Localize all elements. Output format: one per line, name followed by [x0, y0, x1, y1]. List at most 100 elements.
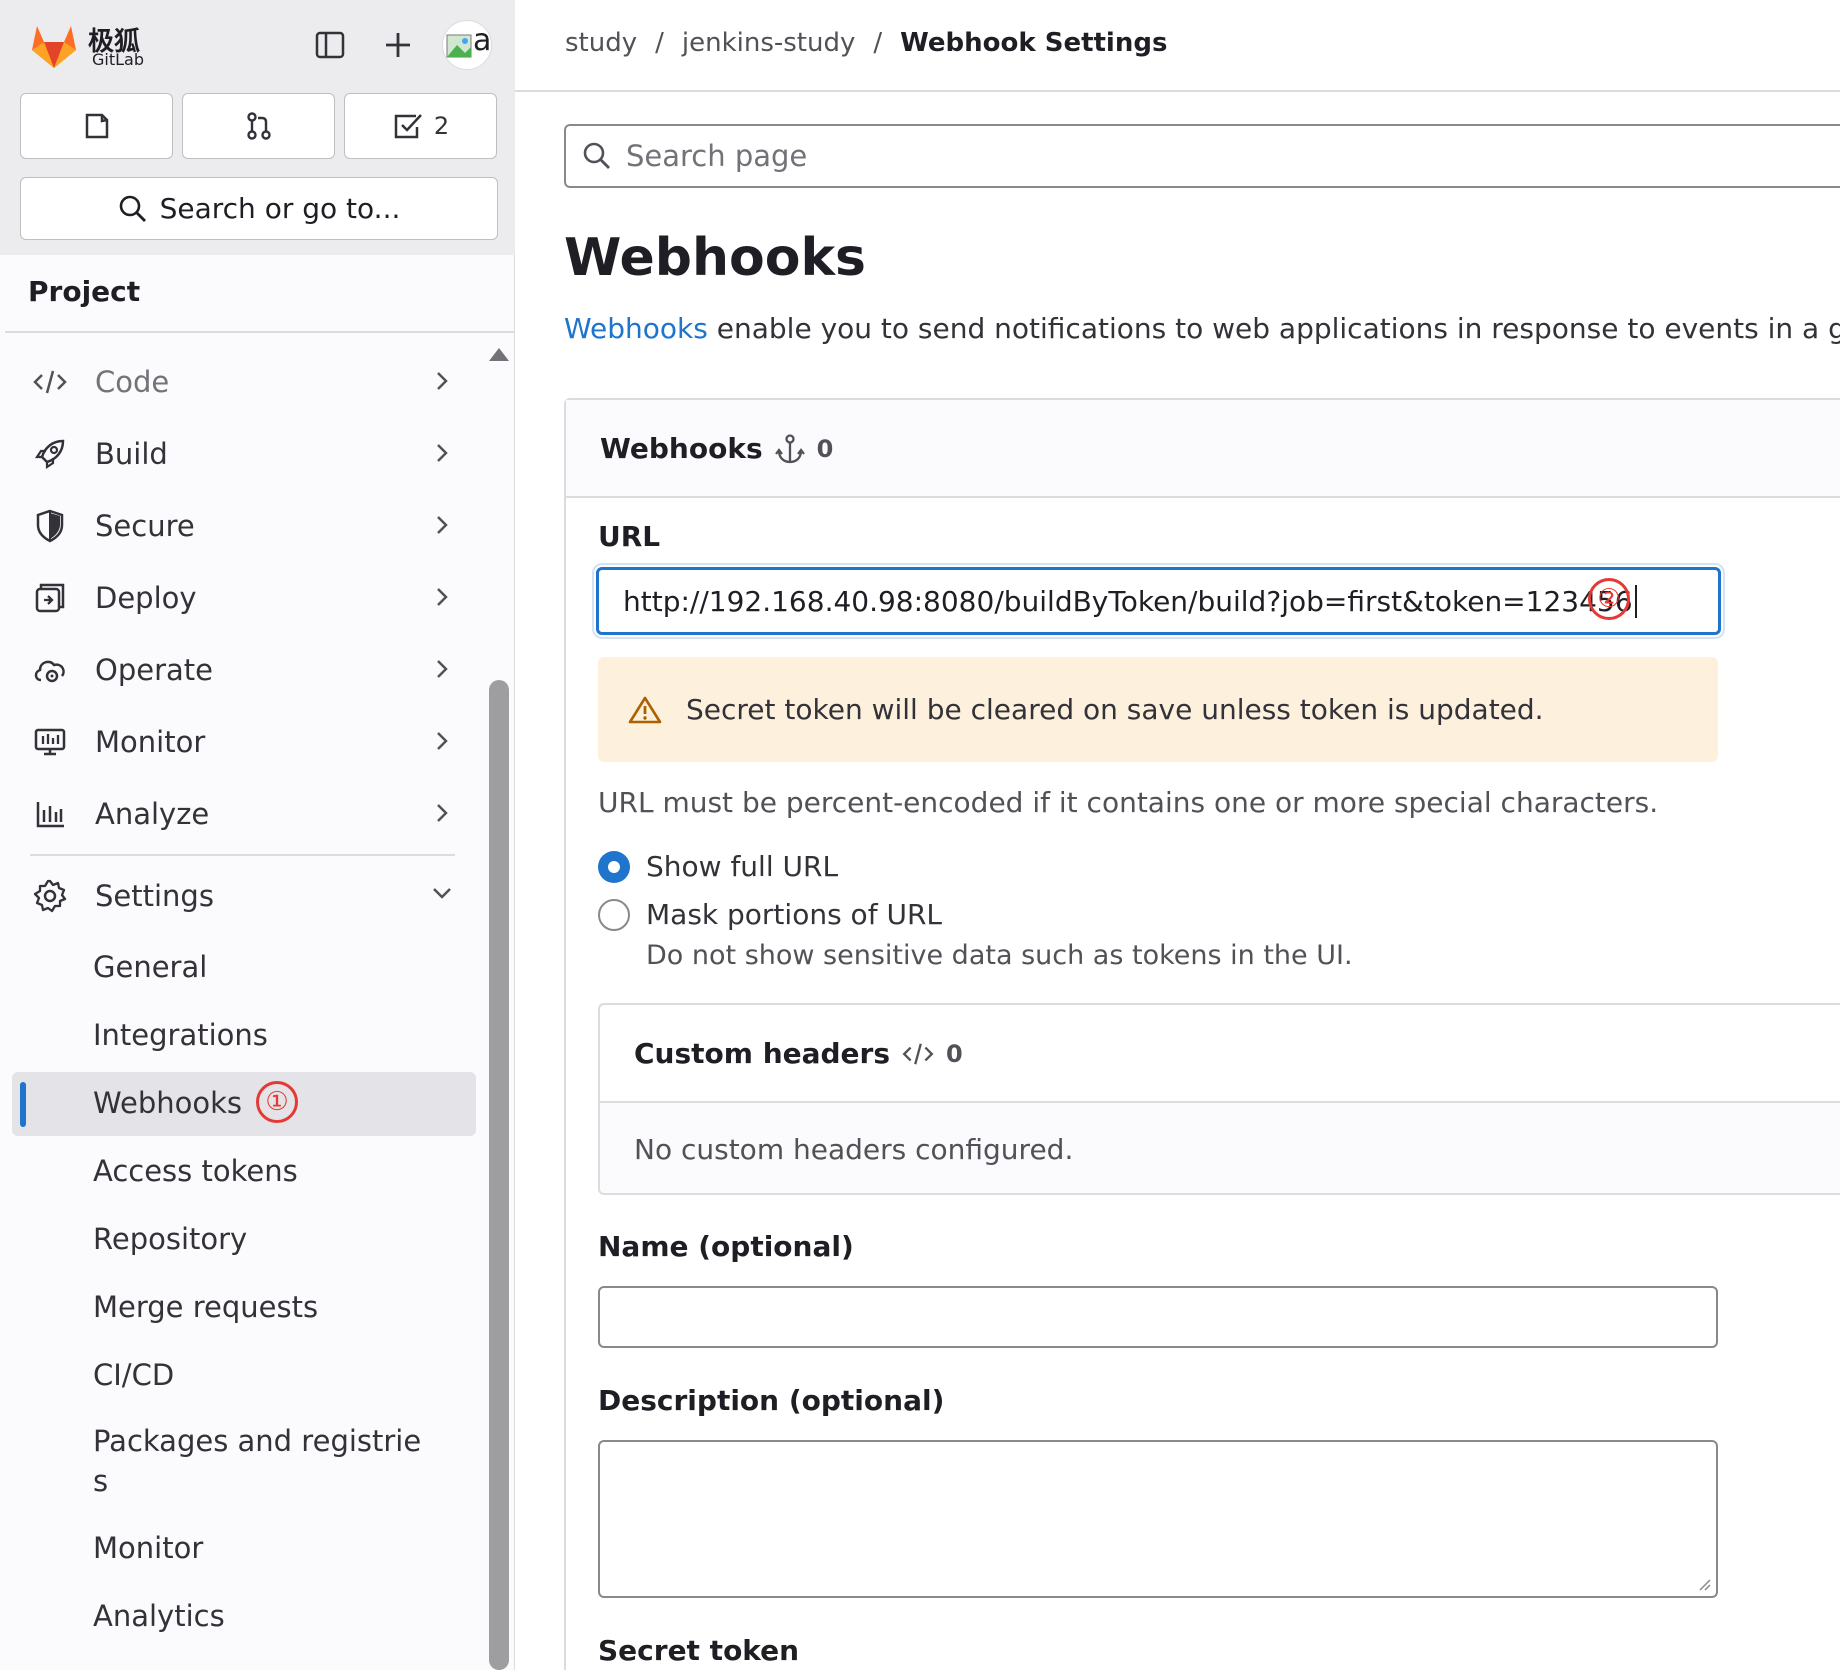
url-input[interactable]: http://192.168.40.98:8080/buildByToken/b… [596, 567, 1721, 635]
gitlab-fox-icon [32, 26, 76, 68]
page-description-text: enable you to send notifications to web … [707, 312, 1840, 345]
sidebar-item-label: Secure [95, 509, 195, 543]
shield-icon [28, 504, 72, 548]
breadcrumb-current[interactable]: Webhook Settings [900, 28, 1167, 58]
sidebar-subitem-integrations[interactable]: Integrations [93, 1018, 268, 1052]
custom-headers-card: Custom headers 0 No custom headers confi… [598, 1003, 1840, 1195]
chevron-right-icon [437, 516, 448, 534]
global-search-label: Search or go to... [159, 192, 401, 225]
sidebar-item-operate[interactable]: Operate [25, 639, 465, 701]
chevron-right-icon [437, 444, 448, 462]
search-icon [583, 142, 610, 169]
sidebar-subitem-analytics[interactable]: Analytics [93, 1599, 225, 1633]
radio-button-checked[interactable] [598, 850, 630, 883]
brand-logo[interactable]: 极狐 GitLab [28, 18, 148, 72]
sidebar-item-label: Monitor [95, 725, 206, 759]
header-divider [515, 90, 1840, 92]
brand-name-en: GitLab [92, 50, 144, 69]
warning-alert-text: Secret token will be cleared on save unl… [686, 693, 1544, 726]
sidebar-subitem-label: Packages and registrie [93, 1424, 422, 1458]
left-sidebar: 极狐 GitLab a 2 Search or go to... Project… [0, 0, 515, 1670]
sidebar-item-label: Code [95, 365, 170, 399]
anchor-icon [774, 433, 805, 463]
active-indicator-bar [20, 1082, 26, 1127]
radio-show-full-url[interactable]: Show full URL [598, 850, 838, 883]
sidebar-subitem-label-wrap: s [93, 1464, 109, 1498]
sidebar-subitem-general[interactable]: General [93, 950, 207, 984]
sidebar-subitem-monitor[interactable]: Monitor [93, 1531, 203, 1565]
sidebar-subitem-cicd[interactable]: CI/CD [93, 1358, 174, 1392]
page-search-placeholder: Search page [626, 139, 808, 173]
sidebar-item-code[interactable]: Code [25, 351, 465, 413]
sidebar-item-label: Settings [95, 879, 214, 913]
code-icon [28, 360, 72, 404]
avatar-letter: a [473, 23, 492, 58]
cloud-gear-icon [28, 648, 72, 692]
todo-count: 2 [433, 112, 450, 140]
sidebar-item-label: Operate [95, 653, 213, 687]
user-avatar[interactable]: a [442, 20, 492, 70]
sidebar-scrollbar[interactable] [489, 680, 509, 1670]
plus-icon [386, 33, 410, 57]
scroll-up-arrow-icon[interactable] [489, 348, 509, 361]
secret-token-label: Secret token [598, 1634, 800, 1667]
breadcrumb-separator: / [655, 28, 664, 58]
custom-headers-title: Custom headers 0 [634, 1037, 963, 1070]
todos-button[interactable]: 2 [344, 93, 497, 159]
toggle-sidebar-button[interactable] [304, 20, 356, 70]
sidebar-subitem-merge-requests[interactable]: Merge requests [93, 1290, 318, 1324]
annotation-marker-1: ① [256, 1081, 298, 1123]
webhooks-docs-link[interactable]: Webhooks [564, 312, 708, 345]
sidebar-subitem-repository[interactable]: Repository [93, 1222, 247, 1256]
rocket-icon [28, 432, 72, 476]
page-title: Webhooks [564, 228, 866, 288]
breadcrumb: study / jenkins-study / Webhook Settings [565, 28, 1167, 58]
sidebar-active-highlight [12, 1072, 476, 1136]
radio-label: Show full URL [646, 850, 839, 883]
monitor-icon [28, 720, 72, 764]
create-new-button[interactable] [372, 20, 424, 70]
sidebar-item-label: Build [95, 437, 168, 471]
resize-handle-icon[interactable] [1698, 1578, 1712, 1592]
sidebar-item-label: Deploy [95, 581, 197, 615]
webhook-card-title: Webhooks 0 [600, 432, 833, 465]
url-label: URL [598, 520, 661, 553]
breadcrumb-link-project[interactable]: jenkins-study [682, 28, 856, 58]
chart-icon [28, 792, 72, 836]
warning-alert: Secret token will be cleared on save unl… [598, 657, 1718, 762]
gear-icon [28, 874, 72, 918]
sidebar-item-deploy[interactable]: Deploy [25, 567, 465, 629]
chevron-right-icon [437, 588, 448, 606]
radio-button-unchecked[interactable] [598, 898, 630, 931]
sidebar-subitem-access-tokens[interactable]: Access tokens [93, 1154, 298, 1188]
description-textarea[interactable] [598, 1440, 1718, 1598]
page-description: Webhooks enable you to send notification… [564, 312, 1840, 345]
sidebar-item-build[interactable]: Build [25, 423, 465, 485]
sidebar-item-analyze[interactable]: Analyze [25, 783, 465, 845]
chevron-right-icon [437, 732, 448, 750]
radio-label: Mask portions of URL [646, 898, 942, 931]
issues-button[interactable] [20, 93, 173, 159]
todo-check-icon [394, 114, 422, 139]
sidebar-subitem-webhooks[interactable]: Webhooks [93, 1086, 242, 1120]
sidebar-item-secure[interactable]: Secure [25, 495, 465, 557]
breadcrumb-link-study[interactable]: study [565, 28, 637, 58]
sidebar-item-settings[interactable]: Settings [25, 865, 465, 927]
webhook-card-title-text: Webhooks [600, 432, 763, 465]
custom-headers-title-text: Custom headers [634, 1037, 891, 1070]
issues-icon [85, 113, 108, 139]
sidebar-separator [30, 854, 455, 856]
name-input[interactable] [598, 1286, 1718, 1348]
code-icon [902, 1043, 934, 1064]
merge-requests-button[interactable] [182, 93, 335, 159]
sidebar-item-monitor[interactable]: Monitor [25, 711, 465, 773]
chevron-right-icon [437, 660, 448, 678]
page-search-input[interactable]: Search page [564, 124, 1840, 188]
sidebar-item-label: Analyze [95, 797, 210, 831]
warning-icon [628, 696, 662, 723]
radio-mask-url[interactable]: Mask portions of URL [598, 898, 942, 931]
global-search-button[interactable]: Search or go to... [20, 177, 498, 240]
sidebar-section-label: Project [28, 275, 141, 308]
custom-headers-empty-text: No custom headers configured. [634, 1133, 1074, 1166]
sidebar-subitem-packages[interactable]: Packages and registrie s [93, 1424, 421, 1498]
